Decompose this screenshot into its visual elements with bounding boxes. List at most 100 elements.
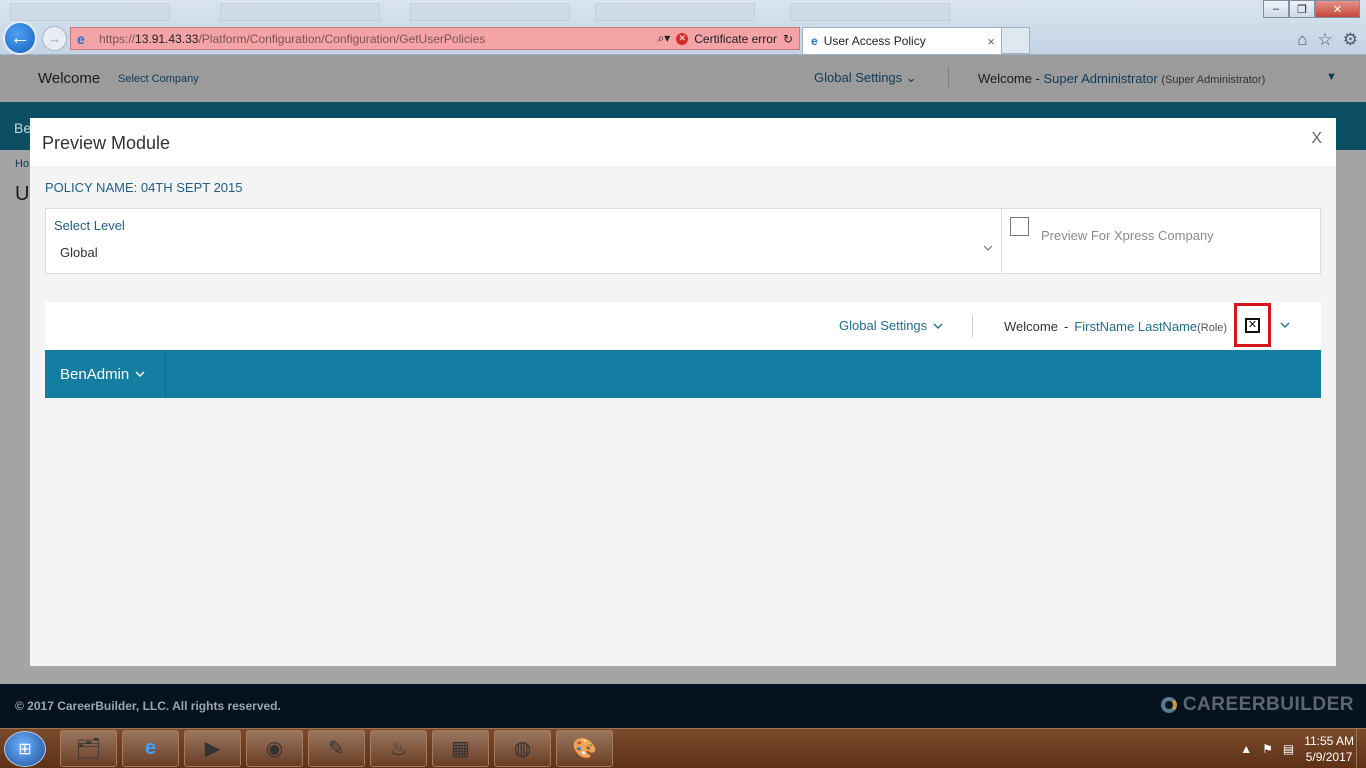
- app-nav-item[interactable]: Be: [14, 120, 31, 136]
- global-settings-menu[interactable]: Global Settings ⌄: [814, 70, 917, 86]
- tab-title: User Access Policy: [823, 34, 926, 48]
- user-menu-chevron-icon[interactable]: [1279, 319, 1291, 331]
- restore-button[interactable]: ❐: [1289, 0, 1315, 18]
- select-level-label: Select Level: [54, 218, 125, 233]
- forward-button[interactable]: →: [42, 26, 67, 51]
- copyright: © 2017 CareerBuilder, LLC. All rights re…: [15, 699, 281, 713]
- preview-header: Global Settings Welcome - FirstName LastNa…: [45, 302, 1321, 349]
- windows-logo-icon: ⊞: [18, 741, 32, 758]
- arrow-left-icon: ←: [10, 26, 30, 49]
- preview-user-role: (Role): [1197, 322, 1228, 334]
- preview-global-settings-menu[interactable]: Global Settings: [839, 318, 943, 333]
- network-icon[interactable]: ▤: [1283, 742, 1294, 756]
- background-tab[interactable]: [790, 3, 950, 21]
- close-box-icon[interactable]: ✕: [1245, 317, 1260, 333]
- url-host: 13.91.43.33: [135, 31, 199, 46]
- taskbar-ie[interactable]: e: [122, 730, 179, 767]
- brand-name: CAREERBUILDER: [1182, 694, 1354, 715]
- clock-time: 11:55 AM: [1304, 734, 1354, 748]
- taskbar-paint[interactable]: 🎨: [556, 730, 613, 767]
- taskbar-notepad[interactable]: ✎: [308, 730, 365, 767]
- arrow-right-icon: →: [48, 31, 61, 46]
- modal-header: Preview Module X: [30, 118, 1336, 166]
- show-desktop-button[interactable]: [1356, 729, 1366, 768]
- careerbuilder-logo-icon: [1160, 697, 1177, 713]
- new-tab-button[interactable]: [1002, 27, 1030, 54]
- preview-nav-label: BenAdmin: [60, 365, 130, 383]
- chevron-down-icon[interactable]: [983, 243, 993, 253]
- preview-nav-benadmin[interactable]: BenAdmin: [45, 350, 166, 398]
- system-tray: ▲ ⚑ ▤ 11:55 AM 5/9/2017: [1240, 733, 1354, 765]
- chrome-icon: ◉: [265, 738, 284, 760]
- app-welcome: Welcome: [38, 70, 101, 87]
- select-level-value[interactable]: Global: [60, 245, 98, 260]
- certificate-error-icon[interactable]: ✕: [676, 32, 689, 45]
- taskbar-spreadsheet[interactable]: ▦: [432, 730, 489, 767]
- clock-date: 5/9/2017: [1305, 750, 1353, 764]
- chevron-down-icon: [933, 323, 943, 329]
- favorites-star-icon[interactable]: ☆: [1318, 30, 1333, 50]
- folder-icon: 🗂: [75, 738, 102, 760]
- settings-gear-icon[interactable]: ⚙: [1343, 30, 1358, 50]
- windows-taskbar: ⊞ 🗂 e ▶ ◉ ✎ ♨ ▦ ◍ 🎨 ▲ ⚑ ▤ 11:55 AM 5/9/20…: [0, 728, 1366, 768]
- chevron-down-icon: [135, 371, 145, 378]
- taskbar-firefox[interactable]: ◍: [494, 730, 551, 767]
- preview-user-name[interactable]: FirstName LastName: [1074, 319, 1197, 334]
- global-settings-label: Global Settings: [814, 70, 903, 85]
- xpress-checkbox[interactable]: [1010, 217, 1029, 236]
- notepad-icon: ✎: [328, 738, 345, 760]
- welcome-prefix: Welcome -: [978, 71, 1040, 86]
- background-tab[interactable]: [410, 3, 570, 21]
- highlighted-close-box[interactable]: ✕: [1234, 303, 1271, 347]
- minimize-button[interactable]: ‒: [1263, 0, 1289, 18]
- tab-close-icon[interactable]: ×: [987, 34, 995, 49]
- clock[interactable]: 11:55 AM 5/9/2017: [1304, 733, 1354, 765]
- select-level-field[interactable]: Select Level Global: [45, 208, 1002, 274]
- brand-logo: CAREERBUILDER: [1160, 694, 1354, 716]
- certificate-error-label[interactable]: Certificate error: [694, 32, 777, 46]
- tray-expand-icon[interactable]: ▲: [1240, 742, 1252, 756]
- user-role: (Super Administrator): [1161, 74, 1266, 86]
- preview-header-divider: [972, 315, 973, 337]
- modal-title: Preview Module: [42, 133, 171, 153]
- background-tab[interactable]: [220, 3, 380, 21]
- user-menu-caret-icon[interactable]: ▼: [1326, 71, 1337, 83]
- action-center-flag-icon[interactable]: ⚑: [1262, 742, 1273, 756]
- taskbar-explorer[interactable]: 🗂: [60, 730, 117, 767]
- window-controls: ‒ ❐ ✕: [1263, 0, 1360, 18]
- taskbar-media-player[interactable]: ▶: [184, 730, 241, 767]
- browser-toolbar-icons: ⌂ ☆ ⚙: [1297, 30, 1358, 50]
- address-bar[interactable]: e https:// 13.91.43.33 /Platform/Configu…: [70, 27, 800, 50]
- xpress-preview-field: Preview For Xpress Company: [1001, 208, 1321, 274]
- browser-chrome: ‒ ❐ ✕ ← → e https:// 13.91.43.33 /Platfo…: [0, 0, 1366, 55]
- user-name[interactable]: Super Administrator: [1044, 71, 1158, 86]
- taskbar-chrome[interactable]: ◉: [246, 730, 303, 767]
- paint-palette-icon: 🎨: [572, 738, 597, 760]
- back-button[interactable]: ←: [3, 21, 37, 55]
- background-tab[interactable]: [595, 3, 755, 21]
- tab-user-access-policy[interactable]: e User Access Policy ×: [802, 27, 1002, 54]
- window-close-button[interactable]: ✕: [1315, 0, 1360, 18]
- modal-close-button[interactable]: X: [1311, 130, 1322, 148]
- user-welcome: Welcome - Super Administrator (Super Adm…: [978, 71, 1265, 86]
- firefox-icon: ◍: [513, 738, 532, 760]
- breadcrumb[interactable]: Ho: [15, 158, 29, 170]
- page-footer: © 2017 CareerBuilder, LLC. All rights re…: [0, 684, 1366, 728]
- search-icon[interactable]: ⌕▾: [658, 31, 671, 46]
- xpress-label: Preview For Xpress Company: [1041, 228, 1214, 243]
- preview-module-modal: Preview Module X POLICY NAME: 04TH SEPT …: [30, 118, 1336, 666]
- start-button[interactable]: ⊞: [4, 731, 46, 767]
- preview-global-settings-label: Global Settings: [839, 318, 928, 333]
- ie-icon: e: [811, 34, 818, 48]
- preview-welcome-dash: -: [1063, 319, 1069, 334]
- refresh-icon[interactable]: ↻: [783, 32, 793, 46]
- home-icon[interactable]: ⌂: [1297, 30, 1307, 50]
- url-path: /Platform/Configuration/Configuration/Ge…: [198, 31, 486, 46]
- select-company-link[interactable]: Select Company: [118, 73, 199, 85]
- url-scheme: https://: [99, 31, 136, 46]
- background-tab[interactable]: [10, 3, 170, 21]
- taskbar-app[interactable]: ♨: [370, 730, 427, 767]
- preview-welcome-label: Welcome: [1004, 319, 1058, 334]
- chevron-down-icon: ⌄: [905, 70, 917, 85]
- preview-user-welcome: Welcome - FirstName LastName(Role): [1004, 319, 1227, 334]
